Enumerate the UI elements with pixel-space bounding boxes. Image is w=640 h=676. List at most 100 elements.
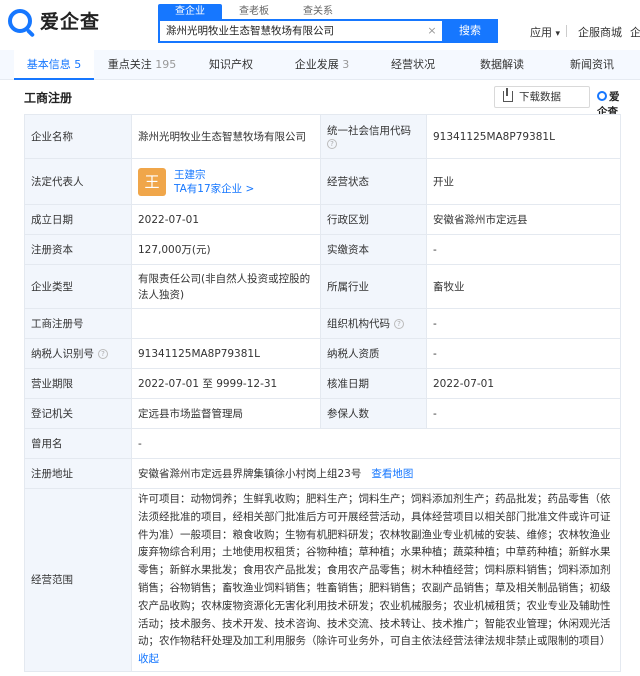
download-data-button[interactable]: 下载数据 xyxy=(494,86,590,108)
scope-line: 许可项目：动物饲养；生鲜乳收购；肥料生产；饲料生产；饲料添加剂生产；药品批发；药… xyxy=(138,493,611,505)
status-label: 经营状态 xyxy=(320,158,427,205)
tab-ip[interactable]: 知识产权 xyxy=(196,50,266,80)
taxpayer-qual-label: 纳税人资质 xyxy=(320,338,427,369)
section-nav: 基本信息 5 重点关注 195 知识产权 企业发展 3 经营状况 数据解读 新闻… xyxy=(0,50,640,80)
help-icon[interactable]: ? xyxy=(394,319,404,329)
former-name-value: - xyxy=(131,428,621,459)
legal-rep-name-link[interactable]: 王建宗 xyxy=(174,169,206,181)
search-type-tabs: 查企业 查老板 查关系 xyxy=(158,4,350,19)
search-button[interactable]: 搜索 xyxy=(442,19,498,43)
tab-search-company[interactable]: 查企业 xyxy=(158,4,222,19)
paid-capital-label: 实缴资本 xyxy=(320,234,427,265)
apps-menu[interactable]: 应用 ▾ xyxy=(530,24,560,40)
credit-code-value: 91341125MA8P79381L xyxy=(426,114,621,159)
tab-basic-info[interactable]: 基本信息 5 xyxy=(14,50,94,80)
top-header: 爱企查 查企业 查老板 查关系 滁州光明牧业生态智慧牧场有限公司 × 搜索 应用… xyxy=(0,0,640,48)
taxpayer-id-label-cell: 纳税人识别号? xyxy=(24,338,132,369)
paid-capital-value: - xyxy=(426,234,621,265)
term-value: 2022-07-01 至 9999-12-31 xyxy=(131,368,321,399)
collapse-link[interactable]: 收起 xyxy=(138,651,614,669)
help-icon[interactable]: ? xyxy=(98,349,108,359)
tab-key-focus[interactable]: 重点关注 195 xyxy=(102,50,182,80)
term-label: 营业期限 xyxy=(24,368,132,399)
tab-label: 基本信息 xyxy=(26,58,71,71)
tab-data-insight[interactable]: 数据解读 xyxy=(466,50,538,80)
credit-code-label-cell: 统一社会信用代码? xyxy=(320,114,427,159)
company-type-line1: 有限责任公司(非自然人投资或控股的 xyxy=(138,272,311,285)
brand-logo-icon xyxy=(597,91,607,101)
help-icon[interactable]: ? xyxy=(327,139,337,149)
apps-menu-label: 应用 xyxy=(530,26,552,39)
established-label: 成立日期 xyxy=(24,204,132,235)
industry-label: 所属行业 xyxy=(320,264,427,309)
company-name-value: 滁州光明牧业生态智慧牧场有限公司 xyxy=(131,114,321,159)
insured-value: - xyxy=(426,398,621,429)
address-cell: 安徽省滁州市定远县界牌集镇徐小村岗上组23号 查看地图 xyxy=(131,458,621,489)
search-input[interactable]: 滁州光明牧业生态智慧牧场有限公司 xyxy=(158,19,442,43)
org-code-value: - xyxy=(426,308,621,339)
aiqicha-logo[interactable]: 爱企查 xyxy=(8,7,100,34)
org-code-label: 组织机构代码 xyxy=(327,318,390,330)
download-label: 下载数据 xyxy=(519,91,561,103)
tab-news[interactable]: 新闻资讯 xyxy=(556,50,628,80)
chevron-down-icon: ▾ xyxy=(555,29,561,39)
authority-label: 登记机关 xyxy=(24,398,132,429)
scope-line: 农产品收购；农林废物资源化无害化利用技术研发；农业机械服务；农业机械租赁；农业专… xyxy=(138,599,611,612)
header-divider xyxy=(566,25,567,37)
reg-capital-value: 127,000万(元) xyxy=(131,234,321,265)
org-code-label-cell: 组织机构代码? xyxy=(320,308,427,339)
status-value: 开业 xyxy=(426,158,621,205)
truncated-header-link[interactable]: 企 xyxy=(630,24,640,40)
scope-line: 零售；新鲜水果批发；食用农产品批发；食用农产品零售；树木种植经营；饲料原料销售；… xyxy=(138,564,611,577)
tab-label: 知识产权 xyxy=(209,58,253,71)
avatar[interactable]: 王 xyxy=(138,167,166,196)
tab-operations[interactable]: 经营状况 xyxy=(378,50,448,80)
logo-text: 爱企查 xyxy=(40,11,101,33)
region-value: 安徽省滁州市定远县 xyxy=(426,204,621,235)
taxpayer-id-label: 纳税人识别号 xyxy=(31,348,94,360)
download-icon xyxy=(503,88,513,102)
tab-count: 3 xyxy=(342,58,350,71)
company-name-label: 企业名称 xyxy=(24,114,132,159)
clear-icon[interactable]: × xyxy=(424,22,440,40)
scope-line: 废弃物综合利用；土地使用权租赁；谷物种植；草种植；水果种植；蔬菜种植；中草药种植… xyxy=(138,546,611,559)
registration-table: 企业名称 滁州光明牧业生态智慧牧场有限公司 统一社会信用代码? 91341125… xyxy=(24,114,621,672)
tab-search-boss[interactable]: 查老板 xyxy=(222,4,286,19)
scope-line: 动；农作物秸秆处理及加工利用服务（除许可业务外，可自主依法经营法律法规非禁止或限… xyxy=(138,635,611,648)
section-title: 工商注册 xyxy=(24,91,73,105)
legal-rep-label: 法定代表人 xyxy=(24,158,132,205)
legal-rep-companies-link[interactable]: TA有17家企业 > xyxy=(174,183,254,195)
tab-development[interactable]: 企业发展 3 xyxy=(284,50,360,80)
tab-label: 企业发展 xyxy=(294,58,339,71)
industry-value: 畜牧业 xyxy=(426,264,621,309)
reg-capital-label: 注册资本 xyxy=(24,234,132,265)
region-label: 行政区划 xyxy=(320,204,427,235)
taxpayer-qual-value: - xyxy=(426,338,621,369)
legal-rep-cell: 王王建宗 TA有17家企业 > xyxy=(131,158,321,205)
approval-date-value: 2022-07-01 xyxy=(426,368,621,399)
reg-no-value xyxy=(131,308,321,339)
address-label: 注册地址 xyxy=(24,458,132,489)
scope-line: 销售；谷物销售；畜牧渔业饲料销售；牲畜销售；肥料销售；农副产品销售；草及相关制品… xyxy=(138,581,611,594)
legal-rep-info: 王建宗 TA有17家企业 > xyxy=(174,168,254,196)
address-value: 安徽省滁州市定远县界牌集镇徐小村岗上组23号 xyxy=(138,468,362,480)
authority-value: 定远县市场监督管理局 xyxy=(131,398,321,429)
scope-line: 件为准）一般项目：粮食收购；生物有机肥料研发；农林牧副渔业专业机械的安装、维修；… xyxy=(138,528,611,541)
established-value: 2022-07-01 xyxy=(131,204,321,235)
former-name-label: 曾用名 xyxy=(24,428,132,459)
tab-count: 5 xyxy=(74,58,82,71)
enterprise-mall-link[interactable]: 企服商城 xyxy=(578,24,622,40)
view-map-link[interactable]: 查看地图 xyxy=(371,468,413,480)
company-type-cell: 有限责任公司(非自然人投资或控股的 法人独资) xyxy=(131,264,321,309)
scope-line: 活动；技术服务、技术开发、技术咨询、技术交流、技术转让、技术推广；智能农业管理；… xyxy=(138,617,611,630)
credit-code-label: 统一社会信用代码 xyxy=(327,125,411,137)
tab-search-relation[interactable]: 查关系 xyxy=(286,4,350,19)
business-registration-header: 工商注册 下载数据 爱企查 xyxy=(24,86,620,118)
scope-label: 经营范围 xyxy=(24,488,132,672)
tab-label: 经营状况 xyxy=(391,58,435,71)
scope-cell: 许可项目：动物饲养；生鲜乳收购；肥料生产；饲料生产；饲料添加剂生产；药品批发；药… xyxy=(131,488,621,672)
scope-line: 法须经批准的项目，经相关部门批准后方可开展经营活动，具体经营项目以相关部门批准文… xyxy=(138,510,611,523)
tab-count: 195 xyxy=(155,58,177,71)
tab-label: 重点关注 xyxy=(107,58,152,71)
approval-date-label: 核准日期 xyxy=(320,368,427,399)
